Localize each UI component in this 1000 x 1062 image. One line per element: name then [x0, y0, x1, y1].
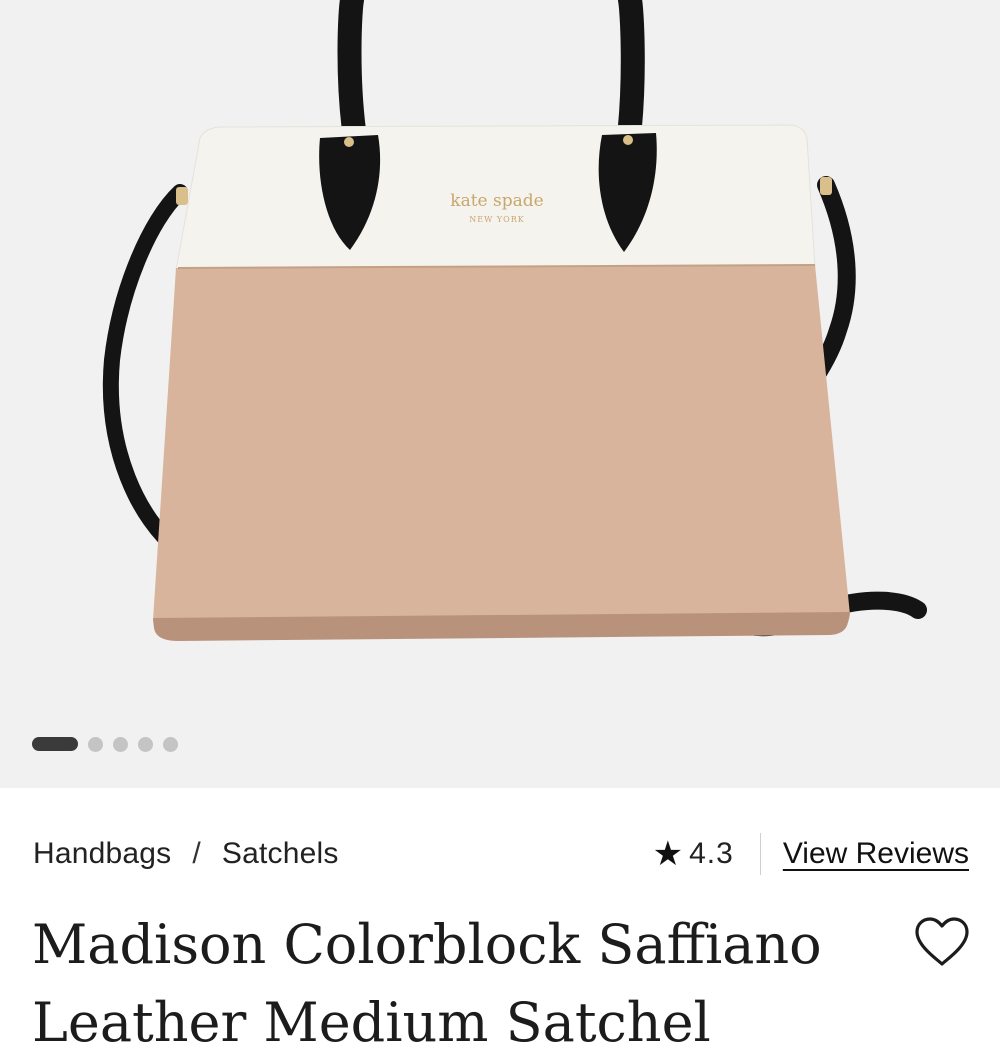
star-icon: ★ [652, 835, 684, 873]
gallery-dot[interactable] [32, 737, 78, 751]
product-meta-row: Handbags / Satchels ★ 4.3 View Reviews [33, 828, 969, 880]
breadcrumb-item-handbags[interactable]: Handbags [33, 837, 171, 871]
divider [759, 833, 761, 875]
product-title: Madison Colorblock Saffiano Leather Medi… [32, 913, 822, 1054]
bag-brand-logo: kate spade [450, 191, 543, 211]
gallery-dot[interactable] [113, 736, 128, 752]
breadcrumb-separator: / [192, 837, 201, 870]
view-reviews-link[interactable]: View Reviews [783, 837, 969, 871]
bag-brand-sub: NEW YORK [469, 215, 524, 224]
wishlist-button[interactable] [912, 914, 972, 970]
product-rating: ★ 4.3 View Reviews [653, 833, 969, 875]
rating-value: 4.3 [689, 837, 734, 870]
breadcrumb: Handbags / Satchels [33, 837, 339, 871]
gallery-dot[interactable] [138, 736, 153, 752]
gallery-dot[interactable] [88, 736, 103, 752]
product-image-gallery[interactable]: kate spade NEW YORK [0, 0, 1000, 788]
product-image: kate spade NEW YORK [102, 0, 927, 641]
gallery-dot[interactable] [163, 736, 178, 752]
breadcrumb-item-satchels[interactable]: Satchels [222, 837, 339, 871]
gallery-pagination[interactable] [32, 736, 178, 752]
heart-icon [915, 917, 969, 966]
